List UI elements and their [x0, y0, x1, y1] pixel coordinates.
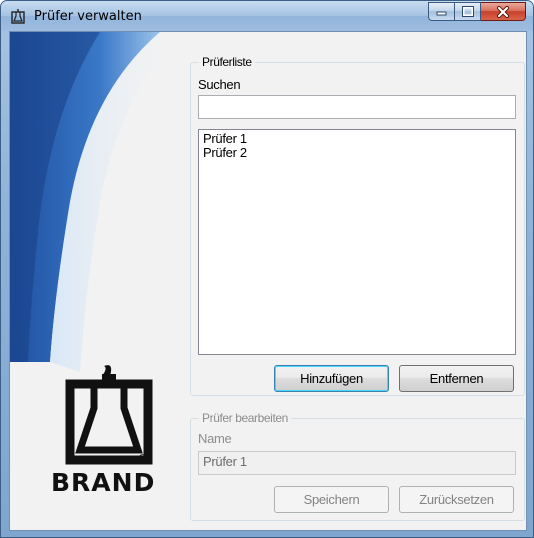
name-field[interactable]: Prüfer 1	[198, 451, 516, 475]
name-label: Name	[198, 431, 232, 446]
reset-button[interactable]: Zurücksetzen	[399, 486, 514, 513]
save-button[interactable]: Speichern	[274, 486, 389, 513]
search-label: Suchen	[198, 77, 241, 92]
add-button[interactable]: Hinzufügen	[274, 365, 389, 392]
edit-tester-group-title: Prüfer bearbeiten	[199, 411, 291, 425]
app-icon	[10, 8, 26, 24]
client-area: ® BRAND Prüferliste Suchen Prüfer 1 Prüf…	[9, 31, 527, 531]
tester-listbox[interactable]: Prüfer 1 Prüfer 2	[198, 129, 516, 355]
list-item[interactable]: Prüfer 1	[203, 132, 511, 146]
caption-buttons	[428, 2, 526, 21]
search-input[interactable]	[198, 95, 516, 119]
window-title: Prüfer verwalten	[34, 9, 142, 24]
app-window: Prüfer verwalten ® BRAND Prüferliste Suc…	[0, 0, 534, 538]
close-icon	[497, 5, 509, 18]
minimize-icon	[436, 11, 446, 15]
list-item[interactable]: Prüfer 2	[203, 146, 511, 160]
close-button[interactable]	[481, 2, 526, 21]
registered-mark: ®	[137, 452, 148, 465]
tester-list-group-title: Prüferliste	[199, 55, 255, 69]
maximize-button[interactable]	[455, 2, 481, 21]
maximize-icon	[461, 6, 474, 17]
minimize-button[interactable]	[428, 2, 455, 21]
brand-logo-text: BRAND	[51, 468, 156, 497]
title-bar[interactable]: Prüfer verwalten	[1, 1, 533, 31]
remove-button[interactable]: Entfernen	[399, 365, 514, 392]
